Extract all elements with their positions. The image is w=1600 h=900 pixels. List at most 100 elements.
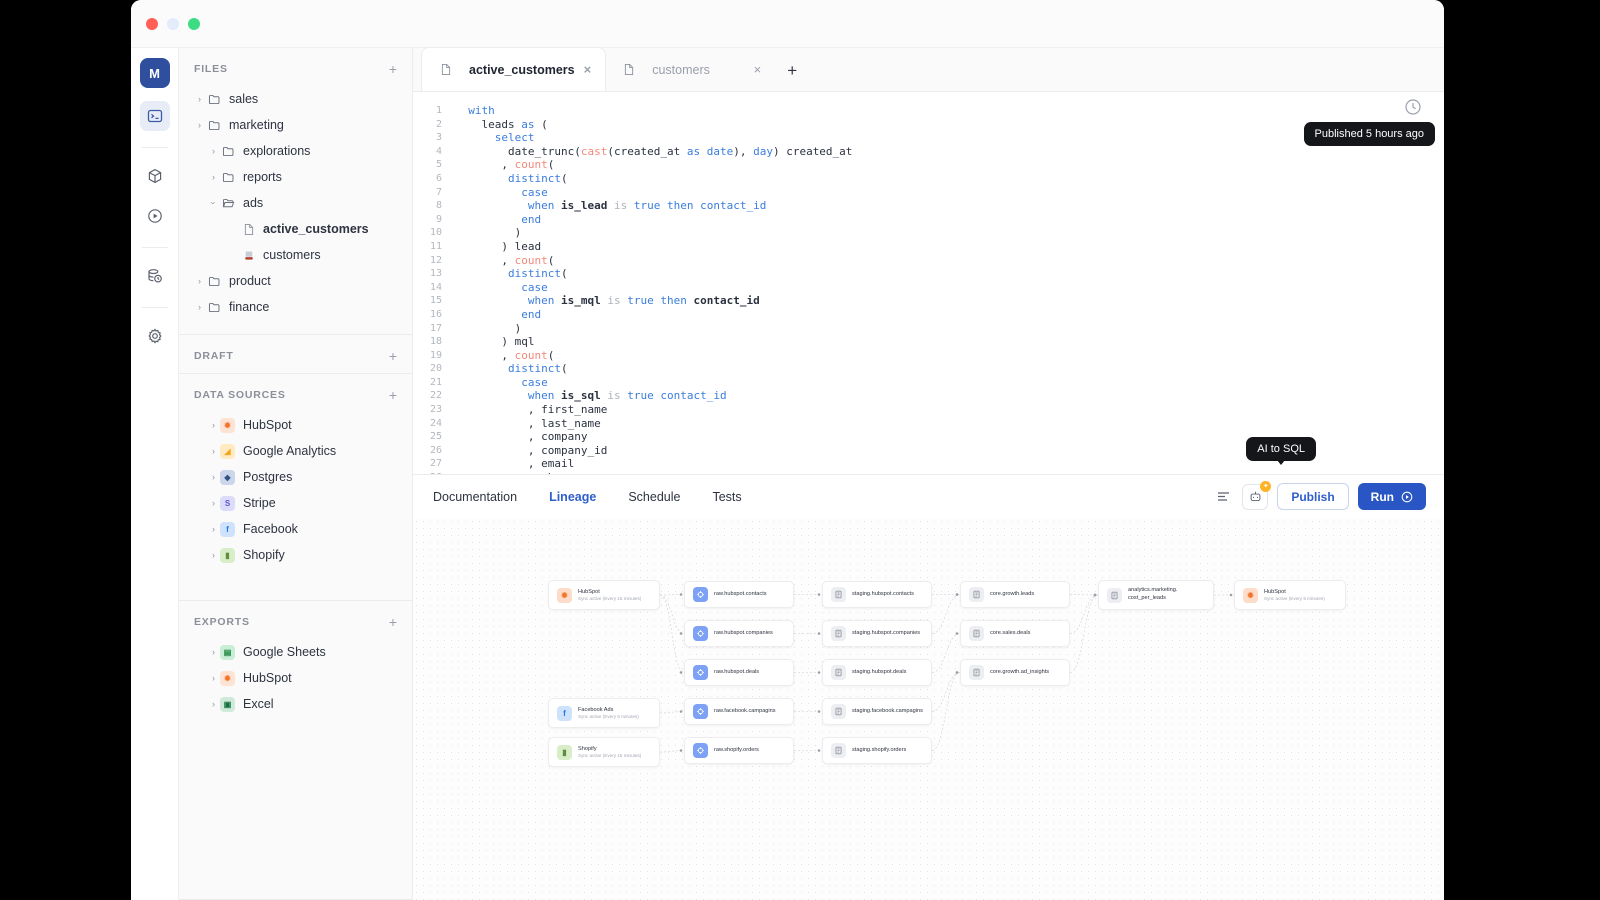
file-tree-item-ads[interactable]: ›ads	[185, 190, 406, 216]
exports-add-button[interactable]: +	[389, 615, 397, 629]
line-number: 1	[413, 104, 455, 118]
file-tree-item-product[interactable]: ›product	[185, 268, 406, 294]
panel-tab-lineage[interactable]: Lineage	[549, 490, 596, 504]
history-icon[interactable]	[140, 261, 170, 291]
lineage-node[interactable]: raw.hubspot.companies	[684, 620, 794, 647]
panel-tab-tests[interactable]: Tests	[712, 490, 741, 504]
data-sources-add-button[interactable]: +	[389, 388, 397, 402]
runs-icon[interactable]	[140, 201, 170, 231]
ai-to-sql-button[interactable]: ✦	[1242, 484, 1268, 510]
file-tree-item-active-customers[interactable]: active_customers	[185, 216, 406, 242]
close-icon[interactable]: ×	[584, 62, 592, 77]
chevron-right-icon[interactable]: ›	[207, 647, 220, 657]
draft-add-button[interactable]: +	[389, 349, 397, 363]
data-source-item-label: Google Analytics	[243, 444, 336, 458]
chevron-right-icon[interactable]: ›	[207, 472, 220, 482]
app-logo[interactable]: M	[140, 58, 170, 88]
chevron-right-icon[interactable]: ›	[207, 699, 220, 709]
lineage-node[interactable]: raw.hubspot.contacts	[684, 581, 794, 608]
chevron-right-icon[interactable]: ›	[207, 550, 220, 560]
line-source: distinct(	[455, 172, 568, 186]
panel-tab-schedule[interactable]: Schedule	[628, 490, 680, 504]
data-source-item-stripe[interactable]: ›SStripe	[185, 490, 406, 516]
data-source-item-postgres[interactable]: ›◆Postgres	[185, 464, 406, 490]
publish-button[interactable]: Publish	[1277, 483, 1348, 510]
file-tree-item-reports[interactable]: ›reports	[185, 164, 406, 190]
files-add-button[interactable]: +	[389, 62, 397, 76]
editor-tab-label: customers	[652, 63, 710, 77]
chevron-right-icon[interactable]: ›	[193, 302, 206, 312]
shopify-icon: ▮	[557, 745, 572, 760]
publish-history-icon[interactable]	[1404, 98, 1422, 116]
line-source: with	[455, 104, 495, 118]
draft-title: DRAFT	[194, 350, 234, 362]
file-tree-item-marketing[interactable]: ›marketing	[185, 112, 406, 138]
chevron-right-icon[interactable]: ›	[207, 498, 220, 508]
chevron-right-icon[interactable]: ›	[207, 673, 220, 683]
lineage-node[interactable]: core.growth.leads	[960, 581, 1070, 608]
export-item-google-sheets[interactable]: ›▤Google Sheets	[185, 639, 406, 665]
close-icon[interactable]: ×	[754, 62, 762, 77]
chevron-right-icon[interactable]: ›	[207, 146, 220, 156]
code-line: 23 , first_name	[413, 403, 1444, 417]
data-source-item-facebook[interactable]: ›fFacebook	[185, 516, 406, 542]
lineage-node[interactable]: ▮ShopifySync active (Every 15 minutes)	[548, 737, 660, 767]
chevron-right-icon[interactable]: ›	[193, 120, 206, 130]
window-close-button[interactable]	[146, 18, 158, 30]
catalog-icon[interactable]	[140, 161, 170, 191]
lineage-node[interactable]: core.sales.deals	[960, 620, 1070, 647]
chevron-down-icon[interactable]: ›	[209, 197, 219, 210]
chevron-right-icon[interactable]: ›	[193, 94, 206, 104]
lineage-node[interactable]: ✹HubSpotSync active (Every 15 minutes)	[548, 580, 660, 610]
lineage-node[interactable]: staging.facebook.campagins	[822, 698, 932, 725]
file-tree-item-customers[interactable]: customers	[185, 242, 406, 268]
export-item-excel[interactable]: ›▣Excel	[185, 691, 406, 717]
file-tree-item-finance[interactable]: ›finance	[185, 294, 406, 320]
lineage-node[interactable]: staging.shopify.orders	[822, 737, 932, 764]
chevron-right-icon[interactable]: ›	[193, 276, 206, 286]
data-source-item-hubspot[interactable]: ›✹HubSpot	[185, 412, 406, 438]
lineage-node[interactable]: raw.facebook.campagins	[684, 698, 794, 725]
file-tree-item-sales[interactable]: ›sales	[185, 86, 406, 112]
line-source: distinct(	[455, 362, 568, 376]
line-source: , company_id	[455, 444, 607, 458]
export-item-hubspot[interactable]: ›✹HubSpot	[185, 665, 406, 691]
editor-icon[interactable]	[140, 101, 170, 131]
lineage-node-title: staging.hubspot.deals	[852, 669, 906, 677]
sql-editor[interactable]: 1 with2 leads as (3 select4 date_trunc(c…	[413, 92, 1444, 474]
lineage-node[interactable]: fFacebook AdsSync active (Every 5 minute…	[548, 698, 660, 728]
chevron-right-icon[interactable]: ›	[207, 446, 220, 456]
chevron-right-icon[interactable]: ›	[207, 420, 220, 430]
chevron-right-icon[interactable]: ›	[207, 172, 220, 182]
lineage-node[interactable]: raw.shopify.orders	[684, 737, 794, 764]
lineage-node[interactable]: staging.hubspot.companies	[822, 620, 932, 647]
data-source-item-shopify[interactable]: ›▮Shopify	[185, 542, 406, 568]
lineage-node-title: raw.hubspot.contacts	[714, 591, 767, 599]
lineage-node[interactable]: core.growth.ad_insights	[960, 659, 1070, 686]
lineage-node[interactable]: staging.hubspot.deals	[822, 659, 932, 686]
code-line: 24 , last_name	[413, 417, 1444, 431]
editor-tab-active-customers[interactable]: active_customers×	[422, 48, 605, 91]
lineage-node[interactable]: ✹HubSpotSync active (Every 5 minutes)	[1234, 580, 1346, 610]
lineage-node[interactable]: staging.hubspot.contacts	[822, 581, 932, 608]
settings-icon[interactable]	[140, 321, 170, 351]
lineage-canvas[interactable]: ✹HubSpotSync active (Every 15 minutes) fF…	[413, 518, 1444, 900]
window-maximize-button[interactable]	[188, 18, 200, 30]
panel-tab-documentation[interactable]: Documentation	[433, 490, 517, 504]
line-number: 17	[413, 322, 455, 336]
new-tab-button[interactable]: +	[775, 61, 809, 91]
sql-code[interactable]: 1 with2 leads as (3 select4 date_trunc(c…	[413, 92, 1444, 474]
format-icon[interactable]	[1210, 484, 1236, 510]
line-number: 20	[413, 362, 455, 376]
sync-icon	[693, 587, 708, 602]
run-button[interactable]: Run	[1358, 483, 1426, 510]
lineage-node[interactable]: raw.hubspot.deals	[684, 659, 794, 686]
lineage-node[interactable]: analytics.marketing. cost_per_leads	[1098, 580, 1214, 610]
code-line: 19 , count(	[413, 349, 1444, 363]
editor-tab-customers[interactable]: customers ×	[605, 48, 775, 91]
data-source-item-google-analytics[interactable]: ›◢Google Analytics	[185, 438, 406, 464]
code-line: 18 ) mql	[413, 335, 1444, 349]
file-tree-item-explorations[interactable]: ›explorations	[185, 138, 406, 164]
chevron-right-icon[interactable]: ›	[207, 524, 220, 534]
window-minimize-button[interactable]	[167, 18, 179, 30]
